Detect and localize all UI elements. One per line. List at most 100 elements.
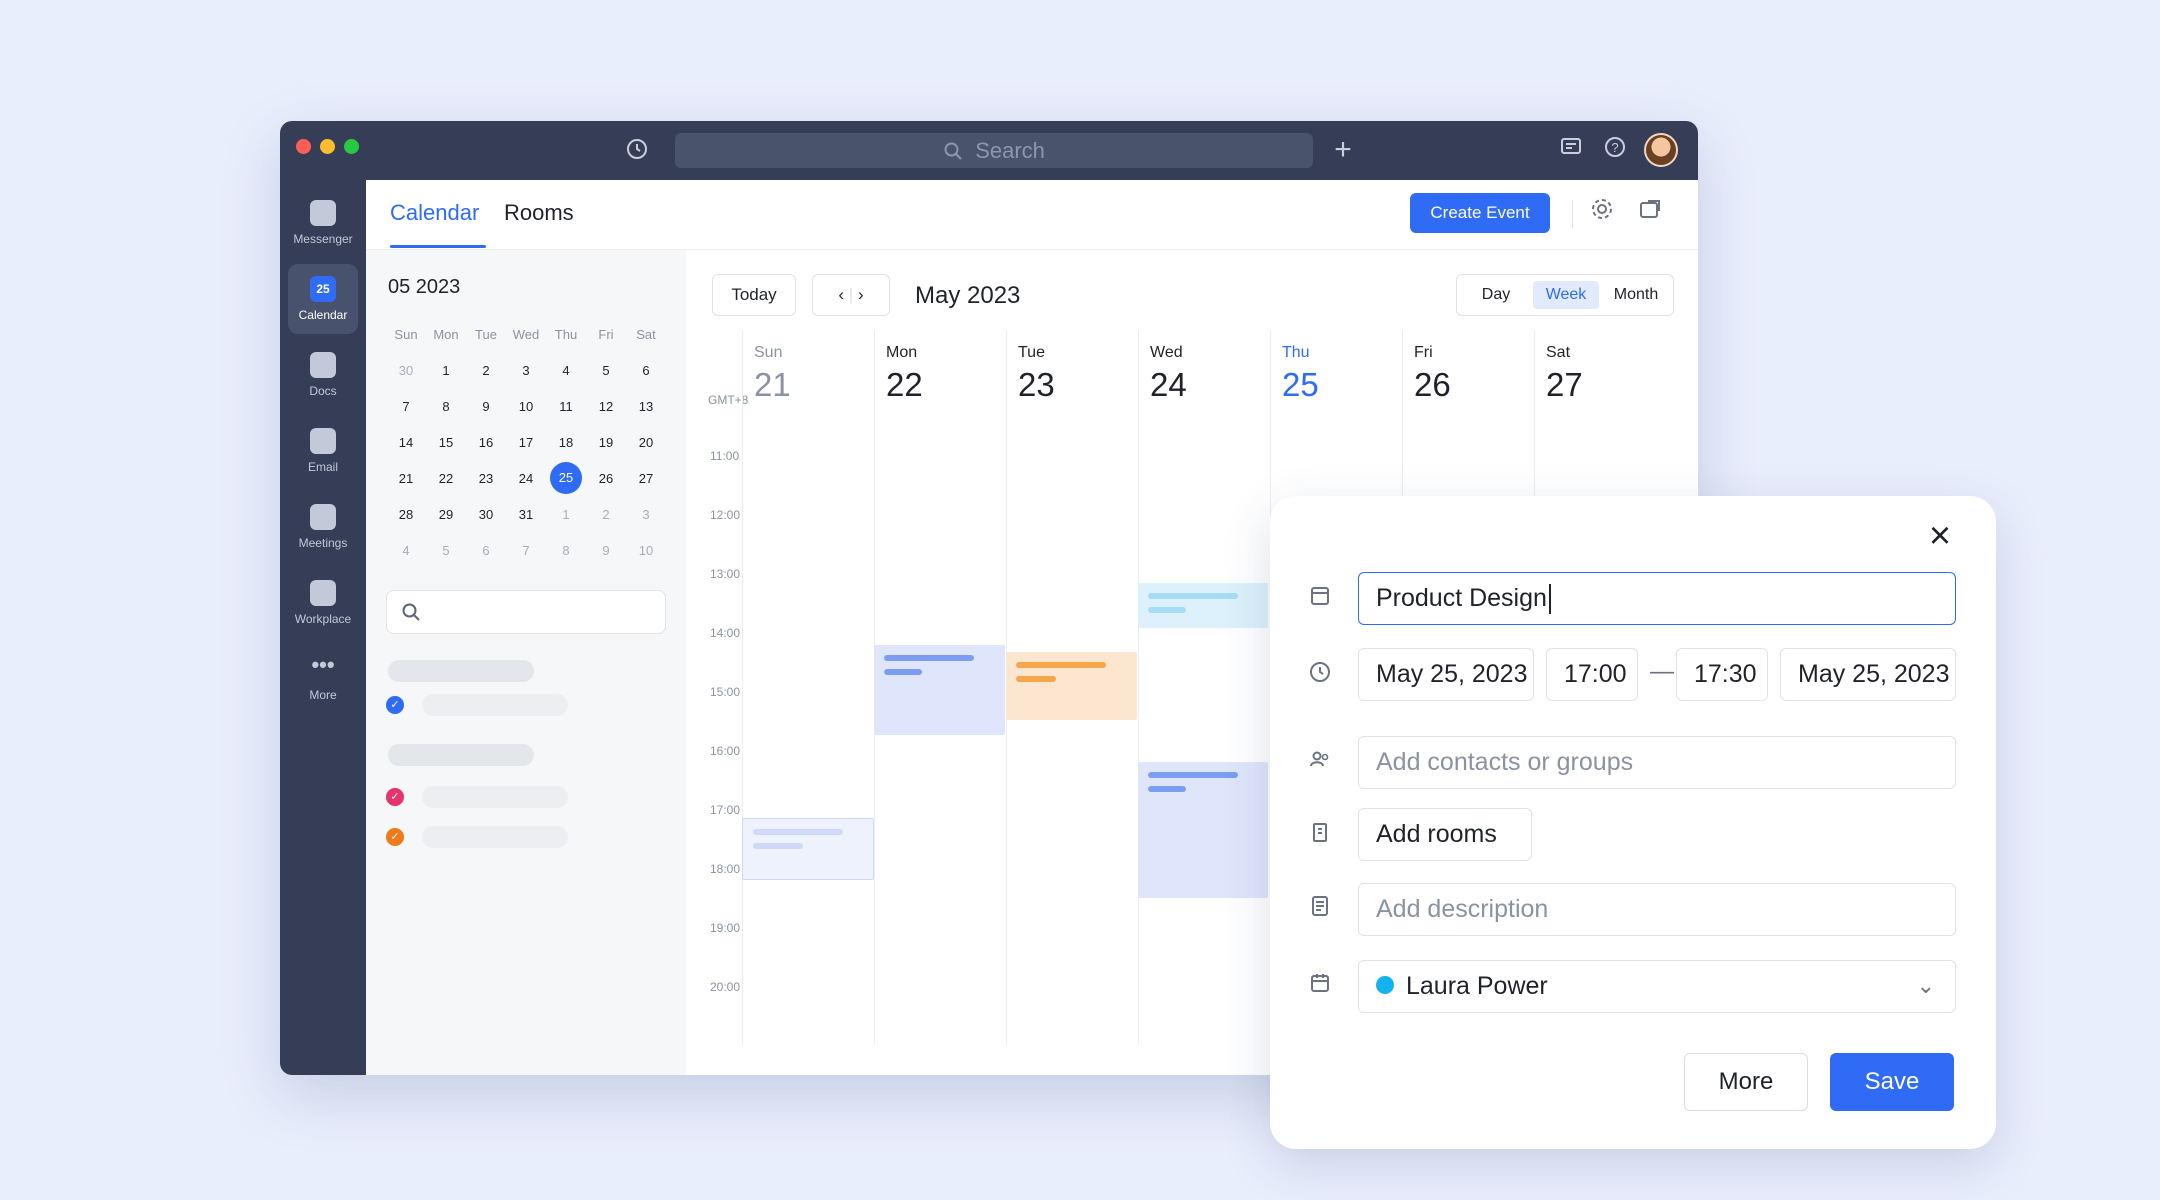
event-block[interactable]	[742, 818, 874, 880]
mini-day[interactable]: 30	[466, 507, 506, 522]
day-header[interactable]: Wed 24	[1150, 344, 1282, 404]
mini-day[interactable]: 6	[466, 543, 506, 558]
start-time-field[interactable]: 17:00	[1546, 648, 1638, 701]
history-icon[interactable]	[622, 136, 652, 170]
mini-day[interactable]: 1	[546, 507, 586, 522]
mini-day[interactable]: 29	[426, 507, 466, 522]
calendar-select[interactable]: Laura Power ⌄	[1358, 960, 1956, 1013]
end-date-field[interactable]: May 25, 2023	[1780, 648, 1956, 701]
mini-day[interactable]: 4	[386, 543, 426, 558]
zoom-window-button[interactable]	[344, 139, 359, 154]
day-header[interactable]: Fri 26	[1414, 344, 1546, 404]
today-button[interactable]: Today	[712, 274, 796, 316]
mini-day[interactable]: 1	[426, 363, 466, 378]
view-month[interactable]: Month	[1603, 281, 1669, 309]
more-button[interactable]: More	[1684, 1053, 1808, 1111]
calendar-search-input[interactable]	[386, 590, 666, 634]
view-week[interactable]: Week	[1533, 281, 1599, 309]
mini-day[interactable]: 16	[466, 435, 506, 450]
mini-day[interactable]: 7	[386, 399, 426, 414]
mini-day[interactable]: 8	[546, 543, 586, 558]
mini-day[interactable]: 22	[426, 471, 466, 486]
mini-day[interactable]: 27	[626, 471, 666, 486]
mini-day[interactable]: 10	[506, 399, 546, 414]
mini-day[interactable]: 8	[426, 399, 466, 414]
mini-day[interactable]: 11	[546, 399, 586, 414]
nav-meetings[interactable]: Meetings	[288, 492, 358, 562]
tab-calendar[interactable]: Calendar	[390, 200, 479, 226]
plus-icon[interactable]: +	[1328, 135, 1358, 165]
help-icon[interactable]: ?	[1600, 135, 1630, 167]
day-header[interactable]: Sun 21	[754, 344, 886, 404]
nav-docs[interactable]: Docs	[288, 340, 358, 410]
nav-messenger[interactable]: Messenger	[288, 188, 358, 258]
add-rooms-button[interactable]: Add rooms	[1358, 808, 1532, 861]
event-block[interactable]	[874, 645, 1005, 735]
day-header[interactable]: Tue 23	[1018, 344, 1150, 404]
calendar-item-placeholder	[422, 694, 568, 716]
mini-day[interactable]: 23	[466, 471, 506, 486]
mini-day[interactable]: 19	[586, 435, 626, 450]
mini-day[interactable]: 20	[626, 435, 666, 450]
view-day[interactable]: Day	[1465, 281, 1527, 309]
nav-calendar[interactable]: 25 Calendar	[288, 264, 358, 334]
mini-day[interactable]: 12	[586, 399, 626, 414]
mini-day[interactable]: 2	[586, 507, 626, 522]
mini-day[interactable]: 4	[546, 363, 586, 378]
contacts-input[interactable]: Add contacts or groups	[1358, 736, 1956, 789]
mini-day[interactable]: 5	[586, 363, 626, 378]
day-header[interactable]: Sat 27	[1546, 344, 1678, 404]
mini-day[interactable]: 7	[506, 543, 546, 558]
check-icon[interactable]: ✓	[386, 828, 404, 846]
inbox-icon[interactable]	[1556, 135, 1586, 167]
search-input[interactable]: Search	[675, 133, 1313, 168]
user-avatar[interactable]	[1644, 133, 1678, 167]
prev-next-buttons[interactable]: ‹ | ›	[812, 274, 890, 316]
mini-day[interactable]: 10	[626, 543, 666, 558]
mini-day[interactable]: 9	[586, 543, 626, 558]
mini-day[interactable]: 17	[506, 435, 546, 450]
nav-email[interactable]: Email	[288, 416, 358, 486]
chevron-left-icon[interactable]: ‹	[838, 285, 844, 304]
mini-day[interactable]: 2	[466, 363, 506, 378]
create-event-button[interactable]: Create Event	[1410, 193, 1550, 233]
minimize-window-button[interactable]	[320, 139, 335, 154]
mini-day[interactable]: 13	[626, 399, 666, 414]
start-date-field[interactable]: May 25, 2023	[1358, 648, 1534, 701]
mini-day[interactable]: 31	[506, 507, 546, 522]
mini-day[interactable]: 14	[386, 435, 426, 450]
chevron-right-icon[interactable]: ›	[858, 285, 864, 304]
event-title-input[interactable]: Product Design	[1358, 572, 1956, 625]
mini-day[interactable]: 9	[466, 399, 506, 414]
mini-day[interactable]: 3	[506, 363, 546, 378]
mini-day[interactable]: 5	[426, 543, 466, 558]
day-header[interactable]: Thu 25	[1282, 344, 1414, 404]
description-input[interactable]: Add description	[1358, 883, 1956, 936]
mini-day[interactable]: 30	[386, 363, 426, 378]
nav-workplace[interactable]: Workplace	[288, 568, 358, 638]
event-block[interactable]	[1006, 652, 1137, 720]
mini-day[interactable]: 3	[626, 507, 666, 522]
close-icon[interactable]: ×	[1920, 516, 1960, 556]
event-block[interactable]	[1138, 762, 1268, 898]
mini-day[interactable]: 26	[586, 471, 626, 486]
day-header[interactable]: Mon 22	[886, 344, 1018, 404]
mini-day[interactable]: 21	[386, 471, 426, 486]
mini-day[interactable]: 18	[546, 435, 586, 450]
mini-day[interactable]: 25	[546, 462, 586, 494]
event-block[interactable]	[1138, 583, 1268, 628]
nav-more[interactable]: ••• More	[288, 644, 358, 714]
day-date: 23	[1018, 366, 1055, 403]
close-window-button[interactable]	[296, 139, 311, 154]
check-icon[interactable]: ✓	[386, 788, 404, 806]
mini-day[interactable]: 15	[426, 435, 466, 450]
save-button[interactable]: Save	[1830, 1053, 1954, 1111]
end-time-field[interactable]: 17:30	[1676, 648, 1768, 701]
tab-rooms[interactable]: Rooms	[504, 200, 574, 226]
mini-day[interactable]: 24	[506, 471, 546, 486]
open-window-icon[interactable]	[1634, 197, 1666, 229]
settings-icon[interactable]	[1586, 197, 1618, 229]
mini-day[interactable]: 6	[626, 363, 666, 378]
mini-day[interactable]: 28	[386, 507, 426, 522]
check-icon[interactable]: ✓	[386, 696, 404, 714]
